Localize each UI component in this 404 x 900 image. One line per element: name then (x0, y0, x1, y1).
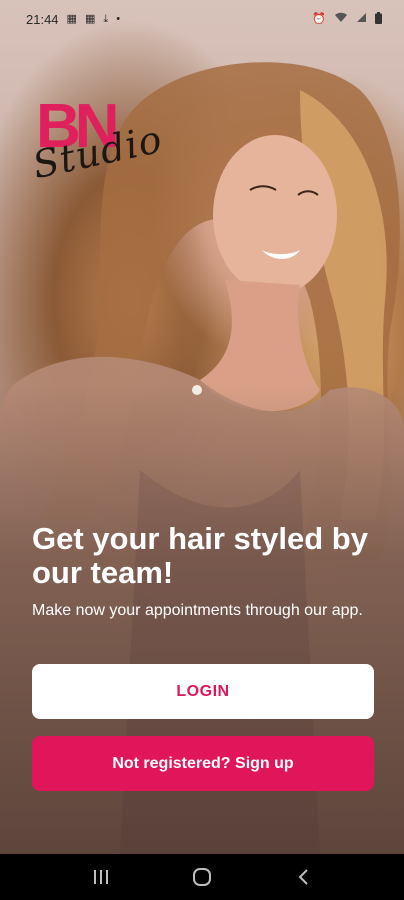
status-right: ⏰ (312, 11, 382, 27)
signup-button[interactable]: Not registered? Sign up (32, 736, 374, 791)
back-icon[interactable] (278, 857, 328, 897)
dot-icon: • (116, 12, 121, 25)
image-icon: ▦ (66, 12, 77, 25)
recent-apps-icon[interactable] (76, 857, 126, 897)
brand-logo: BN Studio (29, 96, 166, 196)
login-button[interactable]: LOGIN (32, 664, 374, 719)
welcome-screen: 21:44 ▦ ▦ ⤓ • ⏰ BN Studio Get your hair … (0, 0, 404, 900)
navigation-bar (0, 854, 404, 900)
image-icon: ▦ (84, 12, 96, 25)
status-left: 21:44 ▦ ▦ ⤓ • (26, 12, 120, 27)
alarm-icon: ⏰ (312, 12, 326, 25)
download-icon: ⤓ (103, 12, 109, 25)
home-icon[interactable] (177, 857, 227, 897)
status-bar: 21:44 ▦ ▦ ⤓ • ⏰ (0, 0, 404, 38)
signal-icon (356, 12, 367, 26)
page-subtitle: Make now your appointments through our a… (32, 602, 363, 619)
battery-icon (375, 11, 382, 27)
page-title: Get your hair styled by our team! (32, 521, 368, 590)
status-time: 21:44 (26, 11, 59, 27)
wifi-icon (334, 12, 348, 26)
